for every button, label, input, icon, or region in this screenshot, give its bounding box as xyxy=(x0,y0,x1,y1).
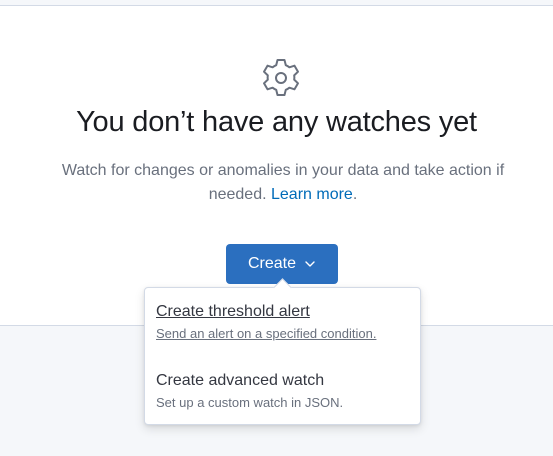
page-title: You don’t have any watches yet xyxy=(76,106,477,138)
description-period: . xyxy=(352,186,358,203)
chevron-down-icon xyxy=(305,261,315,267)
create-button-label: Create xyxy=(247,255,297,272)
learn-more-link[interactable]: Learn more xyxy=(271,186,353,203)
menu-item-description: Send an alert on a specified condition. xyxy=(156,326,377,341)
gear-icon xyxy=(263,59,299,96)
menu-item-label: Create advanced watch xyxy=(156,372,325,389)
menu-item-create-threshold-alert[interactable]: Create threshold alert Send an alert on … xyxy=(156,302,416,343)
menu-item-label: Create threshold alert xyxy=(156,303,310,320)
menu-item-description: Set up a custom watch in JSON. xyxy=(156,395,344,410)
empty-state-description: Watch for changes or anomalies in your d… xyxy=(38,159,528,207)
empty-state-panel: You don’t have any watches yet Watch for… xyxy=(0,5,553,326)
create-dropdown-menu: Create threshold alert Send an alert on … xyxy=(144,287,421,425)
menu-item-create-advanced-watch[interactable]: Create advanced watch Set up a custom wa… xyxy=(156,371,416,412)
